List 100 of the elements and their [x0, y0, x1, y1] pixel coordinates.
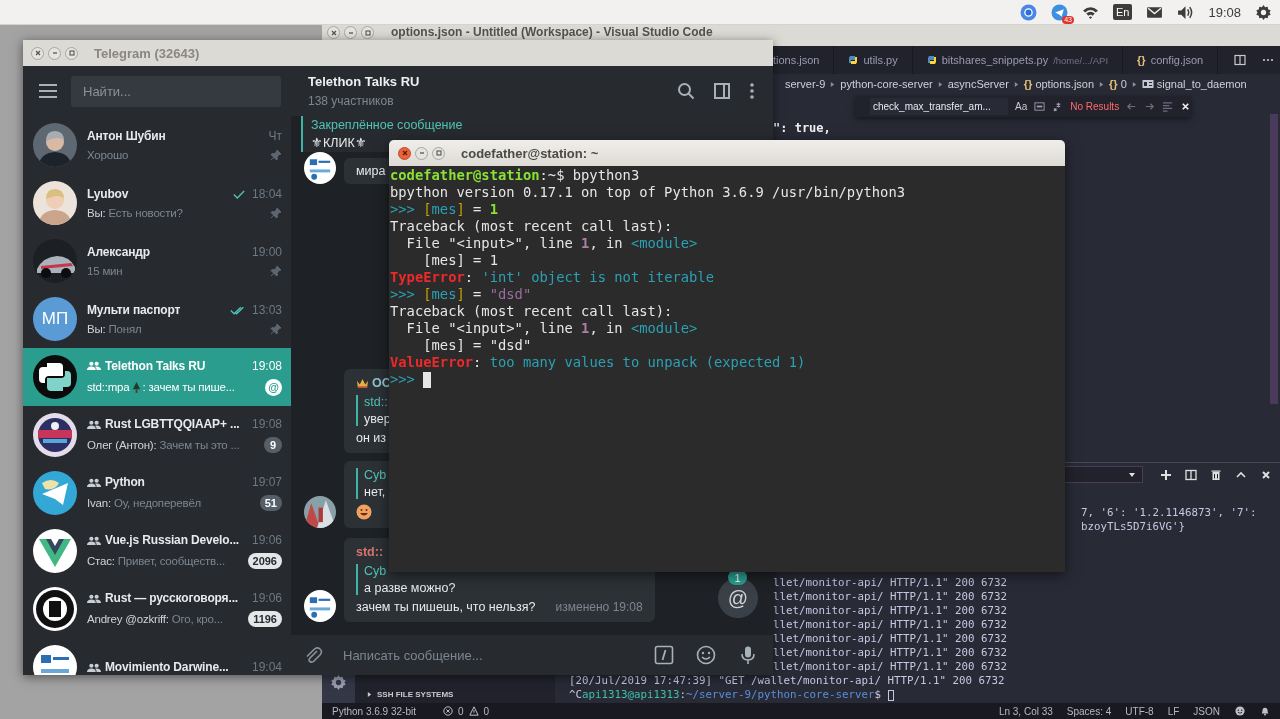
more-icon[interactable]: [749, 82, 755, 100]
scrollbar[interactable]: [1270, 114, 1278, 404]
minimize-button[interactable]: [344, 26, 357, 39]
warning-count[interactable]: 0: [483, 705, 490, 717]
microphone-icon[interactable]: [738, 645, 758, 665]
breadcrumb-item[interactable]: {} 0: [1109, 78, 1127, 90]
settings-icon[interactable]: [1255, 3, 1272, 21]
menu-icon[interactable]: [39, 84, 57, 98]
status-item[interactable]: LF: [1167, 705, 1180, 717]
chevron-icon: [1013, 80, 1019, 88]
message-text: мира: [356, 164, 386, 178]
keyboard-layout[interactable]: En: [1113, 4, 1133, 20]
next-match-icon[interactable]: [1144, 101, 1156, 112]
status-item[interactable]: UTF-8: [1125, 705, 1154, 717]
find-field[interactable]: check_max_transfer_am...: [870, 98, 1008, 115]
command-icon[interactable]: [654, 645, 674, 665]
reply-sender: Cyb: [364, 468, 387, 482]
close-button[interactable]: [398, 146, 411, 160]
chat-item[interactable]: Lyubov 18:04 Вы: Есть новости?: [23, 174, 291, 232]
maximize-icon: [66, 48, 77, 58]
maximize-icon: [362, 27, 373, 38]
terminal-line: llet/monitor-api/ HTTP/1.1" 200 6732: [773, 632, 1007, 646]
section-header[interactable]: SSH FILE SYSTEMS: [377, 690, 454, 699]
terminal-line: bpython version 0.17.1 on top of Python 3.6.9 /usr/bin/python3: [390, 184, 905, 201]
chevron-icon: [1131, 80, 1137, 88]
chat-item[interactable]: Telethon Talks RU 19:08 std::mpa : зачем ты пише... @: [23, 348, 291, 406]
member-count: 138 участников: [308, 94, 395, 108]
chat-name: Vue.js Russian Develo...: [105, 533, 239, 547]
chat-time: 19:06: [251, 591, 282, 605]
terminal-line: >>>: [390, 371, 416, 388]
breadcrumb-item[interactable]: signal_to_daemon: [1156, 78, 1247, 90]
expand-icon[interactable]: [367, 691, 372, 698]
breadcrumb-item[interactable]: server-9: [785, 78, 826, 90]
split-editor-icon[interactable]: [1234, 54, 1246, 66]
emoji-icon[interactable]: [696, 645, 716, 665]
selection-icon[interactable]: [1162, 101, 1174, 112]
chat-time: 18:04: [251, 187, 282, 201]
close-button[interactable]: [31, 46, 44, 60]
maximize-button[interactable]: [361, 26, 374, 39]
terminal-line: Traceback (most recent call last):: [390, 218, 673, 235]
maximize-button[interactable]: [432, 146, 445, 160]
search-icon[interactable]: [677, 82, 695, 100]
maximize-button[interactable]: [65, 46, 78, 60]
minimize-button[interactable]: [48, 46, 61, 60]
close-icon[interactable]: [1180, 101, 1192, 112]
tab[interactable]: bitshares_snippets.py /home/.../API: [912, 46, 1124, 74]
warning-icon[interactable]: [468, 706, 479, 716]
terminal-line: ^Capi1313@api1313:~/server-9/python-core-server$: [569, 688, 883, 702]
terminal-line: 7, '6': '1.2.1146873', '7':: [1081, 506, 1257, 520]
chat-item[interactable]: Антон Шубин Чт Хорошо: [23, 116, 291, 174]
terminal-line: bzoyTLs5D7i6VG'}: [1081, 520, 1185, 534]
clock[interactable]: 19:08: [1208, 4, 1241, 20]
chat-item[interactable]: Python 19:07 Ivan: Оу, недоперевёл 51: [23, 464, 291, 522]
chat-item[interactable]: МП Мульти паспорт 13:03 Вы: Понял: [23, 290, 291, 348]
chat-item[interactable]: Александр 19:00 15 мин: [23, 232, 291, 290]
feedback-icon[interactable]: [1235, 706, 1245, 716]
error-count[interactable]: 0: [457, 705, 464, 717]
chat-name: Rust — русскоговоря...: [105, 591, 238, 605]
search-field[interactable]: Найти...: [71, 75, 281, 107]
terminal-line: >>> [mes] = "dsd": [390, 286, 532, 303]
chat-name: Lyubov: [87, 187, 129, 201]
composer-bar[interactable]: Написать сообщение...: [291, 635, 773, 675]
breadcrumb-item[interactable]: python-core-server: [840, 78, 933, 90]
message-preview: Andrey @ozkriff: Ого, кро...: [87, 613, 223, 625]
match-case-toggle[interactable]: Aa: [1015, 101, 1028, 112]
split-terminal-icon[interactable]: [1185, 468, 1197, 481]
chat-item[interactable]: Rust — русскоговоря... 19:06 Andrey @ozkriff: Ого, кро... 1196: [23, 580, 291, 638]
message-preview: : зачем ты пише...: [142, 381, 235, 393]
close-button[interactable]: [327, 26, 340, 39]
error-icon[interactable]: [442, 706, 453, 716]
chevron-icon: [830, 80, 836, 88]
chat-item[interactable]: Rust LGBTTQQIAAP+ ... 19:08 Олег (Антон): Зачем ты это ... 9: [23, 406, 291, 464]
browser-icon[interactable]: [1020, 3, 1037, 21]
status-item[interactable]: Ln 3, Col 33: [998, 705, 1053, 717]
plus-icon[interactable]: [1160, 468, 1172, 481]
breadcrumb-item[interactable]: asyncServer: [947, 78, 1009, 90]
previous-match-icon[interactable]: [1126, 101, 1138, 112]
tab[interactable]: utils.py: [834, 46, 913, 74]
whole-word-icon[interactable]: [1034, 101, 1046, 112]
breadcrumb-item[interactable]: {} options.json: [1023, 78, 1095, 90]
status-item[interactable]: Python 3.6.9 32-bit: [332, 705, 416, 717]
volume-icon[interactable]: [1177, 3, 1195, 21]
terminal-line: llet/monitor-api/ HTTP/1.1" 200 6732: [773, 646, 1007, 660]
bell-icon[interactable]: [1260, 706, 1270, 716]
message-text: он из: [356, 431, 387, 445]
close-icon[interactable]: [1260, 468, 1272, 481]
tab[interactable]: {} config.json: [1123, 46, 1219, 74]
terminal-line: File "<input>", line 1, in <module>: [405, 235, 698, 252]
status-item[interactable]: Spaces: 4: [1066, 705, 1112, 717]
settings-icon[interactable]: [330, 674, 347, 691]
chat-time: Чт: [268, 129, 282, 143]
unread-badge: 1196: [248, 611, 282, 627]
status-item[interactable]: JSON: [1193, 705, 1220, 717]
chat-time: 19:04: [251, 660, 282, 674]
chat-item[interactable]: Movimiento Darwine... 19:04: [23, 638, 291, 675]
sidebar-toggle-icon[interactable]: [713, 82, 731, 100]
trash-icon[interactable]: [1210, 468, 1222, 481]
chat-title: Telethon Talks RU: [308, 74, 420, 89]
chat-item[interactable]: Vue.js Russian Develo... 19:06 Стас: Привет, сообществ... 2096: [23, 522, 291, 580]
reply-sender: Cyb: [364, 564, 387, 578]
